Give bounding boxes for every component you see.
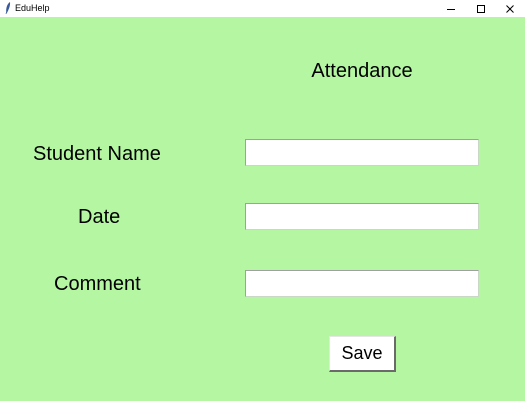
window-title: EduHelp xyxy=(15,3,50,13)
maximize-icon xyxy=(477,4,485,13)
title-bar[interactable]: EduHelp xyxy=(0,0,525,17)
close-button[interactable] xyxy=(495,0,525,17)
date-label: Date xyxy=(78,206,121,228)
minimize-icon xyxy=(447,8,455,10)
maximize-button[interactable] xyxy=(466,0,496,17)
date-input[interactable] xyxy=(245,203,479,230)
comment-input[interactable] xyxy=(245,270,479,297)
app-window: EduHelp Attendance Student Name Date Com… xyxy=(0,0,525,401)
save-button[interactable]: Save xyxy=(329,336,396,372)
feather-icon xyxy=(5,2,11,14)
student-name-input[interactable] xyxy=(245,139,479,166)
comment-label: Comment xyxy=(54,273,141,295)
student-name-label: Student Name xyxy=(33,143,161,165)
minimize-button[interactable] xyxy=(436,0,466,17)
close-icon xyxy=(506,4,514,13)
form-heading: Attendance xyxy=(311,60,413,82)
